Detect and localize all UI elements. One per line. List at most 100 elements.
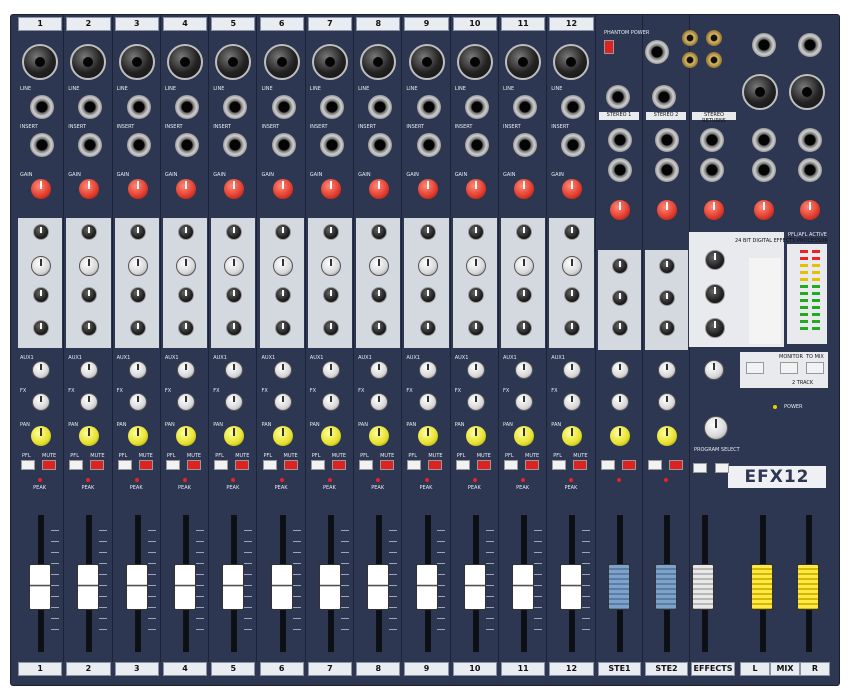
insert-jack-icon[interactable] [319, 133, 344, 157]
phones-jack-icon[interactable] [752, 158, 776, 182]
line-input-jack-icon[interactable] [513, 95, 538, 119]
gain-knob[interactable] [514, 179, 535, 199]
mute-button[interactable] [428, 460, 443, 470]
eq-hf-knob[interactable] [274, 224, 291, 240]
stereo-eq-lf-knob[interactable] [612, 320, 628, 336]
monitor-switch[interactable] [780, 362, 798, 374]
mute-button[interactable] [283, 460, 298, 470]
gain-knob[interactable] [465, 179, 486, 199]
aux1-knob[interactable] [466, 361, 485, 379]
gain-knob[interactable] [417, 179, 438, 199]
gain-knob[interactable] [320, 179, 341, 199]
mix-l-xlr-icon[interactable] [742, 74, 778, 110]
fx-pfl-button[interactable] [693, 463, 707, 473]
mute-button[interactable] [380, 460, 395, 470]
pfl-button[interactable] [21, 460, 35, 470]
stereo-gain-knob[interactable] [610, 200, 630, 220]
mix-l-fader[interactable] [751, 564, 773, 610]
eq-mid-freq-knob[interactable] [31, 256, 52, 276]
stereo-gain-knob[interactable] [657, 200, 677, 220]
line-input-jack-icon[interactable] [271, 95, 296, 119]
stereo-mute-button[interactable] [669, 460, 683, 470]
eq-lf-knob[interactable] [467, 320, 484, 336]
pan-knob[interactable] [320, 426, 341, 446]
pfl-button[interactable] [407, 460, 422, 470]
pfl-button[interactable] [262, 460, 277, 470]
stereo-mute-button[interactable] [622, 460, 636, 470]
stereo-fader[interactable] [655, 564, 677, 610]
stereo-eq-mid-knob[interactable] [612, 290, 628, 306]
insert-jack-icon[interactable] [513, 133, 538, 157]
stereo-eq-lf-knob[interactable] [659, 320, 675, 336]
mute-button[interactable] [331, 460, 346, 470]
channel-fader[interactable] [463, 564, 486, 610]
eq-hf-knob[interactable] [467, 224, 484, 240]
channel-fader[interactable] [560, 564, 583, 610]
channel-fader[interactable] [222, 564, 245, 610]
stereo-r-jack-icon[interactable] [608, 158, 632, 182]
fx-return-knob[interactable] [704, 360, 724, 380]
channel-fader[interactable] [415, 564, 438, 610]
insert-jack-icon[interactable] [416, 133, 441, 157]
line-input-jack-icon[interactable] [319, 95, 344, 119]
eq-mid-gain-knob[interactable] [178, 287, 195, 303]
fx-send-knob[interactable] [418, 393, 437, 411]
eq-mid-gain-knob[interactable] [274, 287, 291, 303]
stereo-bal-knob[interactable] [657, 426, 677, 446]
to-mix-switch[interactable] [806, 362, 824, 374]
eq-mid-freq-knob[interactable] [176, 256, 197, 276]
pan-knob[interactable] [417, 426, 438, 446]
phones-2-jack-icon[interactable] [798, 158, 822, 182]
return-level-knob[interactable] [704, 200, 724, 220]
channel-fader[interactable] [125, 564, 148, 610]
fx-level-knob[interactable] [705, 250, 725, 270]
mute-button[interactable] [476, 460, 491, 470]
eq-mid-freq-knob[interactable] [514, 256, 535, 276]
stereo-fader[interactable] [608, 564, 630, 610]
gain-knob[interactable] [272, 179, 293, 199]
gain-knob[interactable] [31, 179, 52, 199]
stereo-pfl-button[interactable] [648, 460, 662, 470]
pfl-button[interactable] [117, 460, 132, 470]
insert-jack-icon[interactable] [175, 133, 200, 157]
line-input-jack-icon[interactable] [30, 95, 55, 119]
pfl-button[interactable] [504, 460, 518, 470]
stereo-aux1-knob[interactable] [658, 361, 676, 379]
stereo-bal-knob[interactable] [610, 426, 630, 446]
channel-fader[interactable] [367, 564, 390, 610]
aux1-knob[interactable] [273, 361, 292, 379]
pfl-button[interactable] [359, 460, 374, 470]
stereo-aux1-knob[interactable] [611, 361, 629, 379]
eq-mid-gain-knob[interactable] [129, 287, 146, 303]
eq-lf-knob[interactable] [322, 320, 339, 336]
pfl-button[interactable] [69, 460, 84, 470]
rca-socket-icon[interactable] [706, 30, 722, 46]
stereo-fx-knob[interactable] [611, 393, 629, 411]
mute-button[interactable] [573, 460, 588, 470]
program-select-knob[interactable] [704, 416, 728, 440]
line-input-jack-icon[interactable] [464, 95, 489, 119]
pfl-button[interactable] [214, 460, 229, 470]
pfl-button[interactable] [552, 460, 567, 470]
fx-mute-button[interactable] [715, 463, 729, 473]
insert-jack-icon[interactable] [30, 133, 55, 157]
mic-input-xlr-icon[interactable] [360, 44, 397, 80]
effects-fader[interactable] [692, 564, 714, 610]
eq-lf-knob[interactable] [419, 320, 436, 336]
pan-knob[interactable] [31, 426, 52, 446]
aux1-knob[interactable] [177, 361, 196, 379]
mic-input-xlr-icon[interactable] [408, 44, 445, 80]
insert-jack-icon[interactable] [464, 133, 489, 157]
phones-level-knob[interactable] [800, 200, 820, 220]
fx-send-knob[interactable] [321, 393, 340, 411]
mute-button[interactable] [42, 460, 56, 470]
mute-button[interactable] [90, 460, 105, 470]
gain-knob[interactable] [176, 179, 197, 199]
fx-send-knob[interactable] [273, 393, 292, 411]
fx-param-knob[interactable] [705, 284, 725, 304]
insert-r-jack-icon[interactable] [798, 33, 822, 57]
line-input-jack-icon[interactable] [175, 95, 200, 119]
pan-knob[interactable] [514, 426, 535, 446]
mute-button[interactable] [138, 460, 153, 470]
fx-mix-knob[interactable] [705, 318, 725, 338]
